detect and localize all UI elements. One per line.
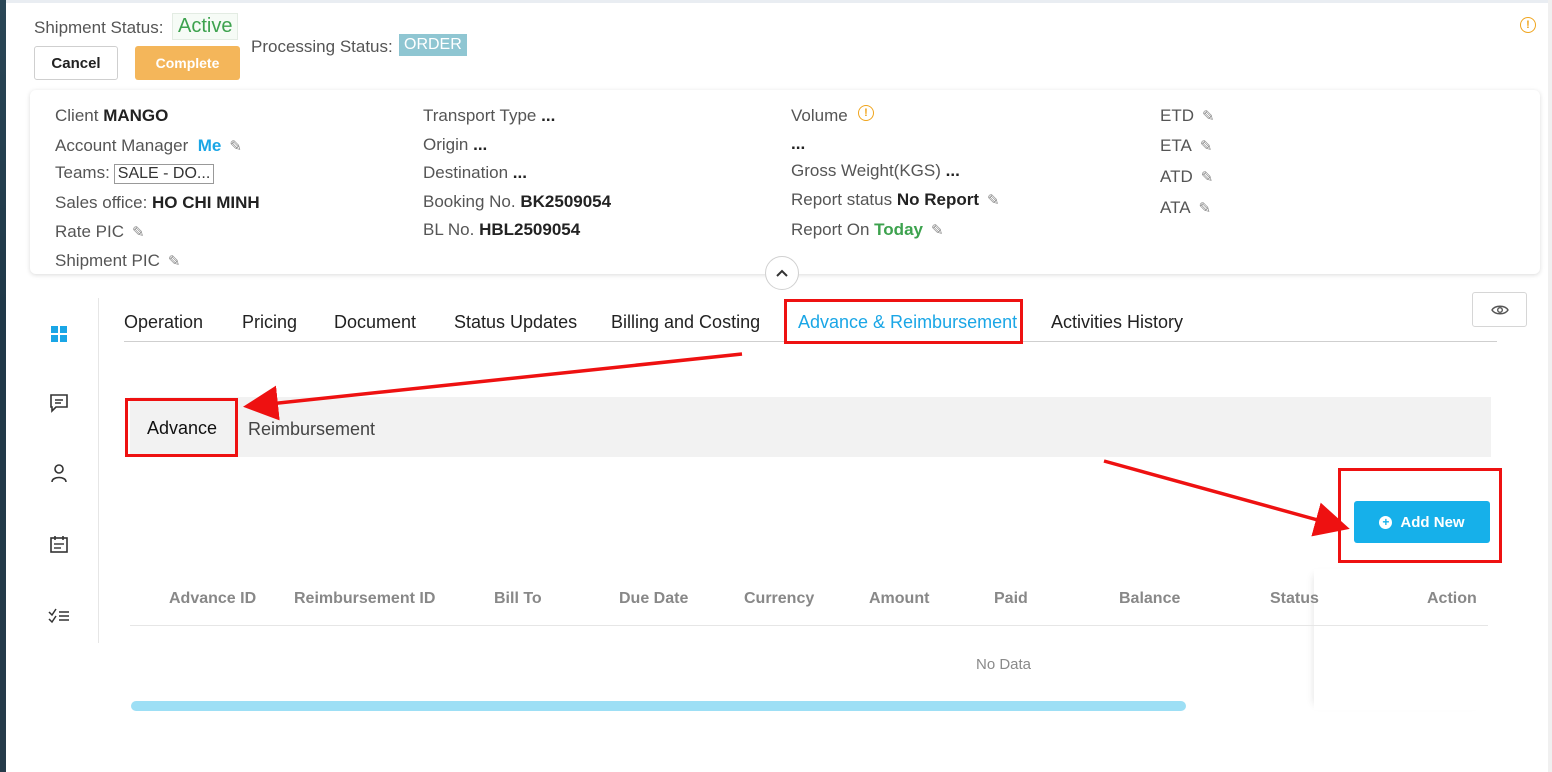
arrow-to-add-new bbox=[1103, 459, 1350, 537]
annotation-arrows bbox=[243, 352, 1350, 537]
arrow-to-advance bbox=[243, 352, 743, 421]
